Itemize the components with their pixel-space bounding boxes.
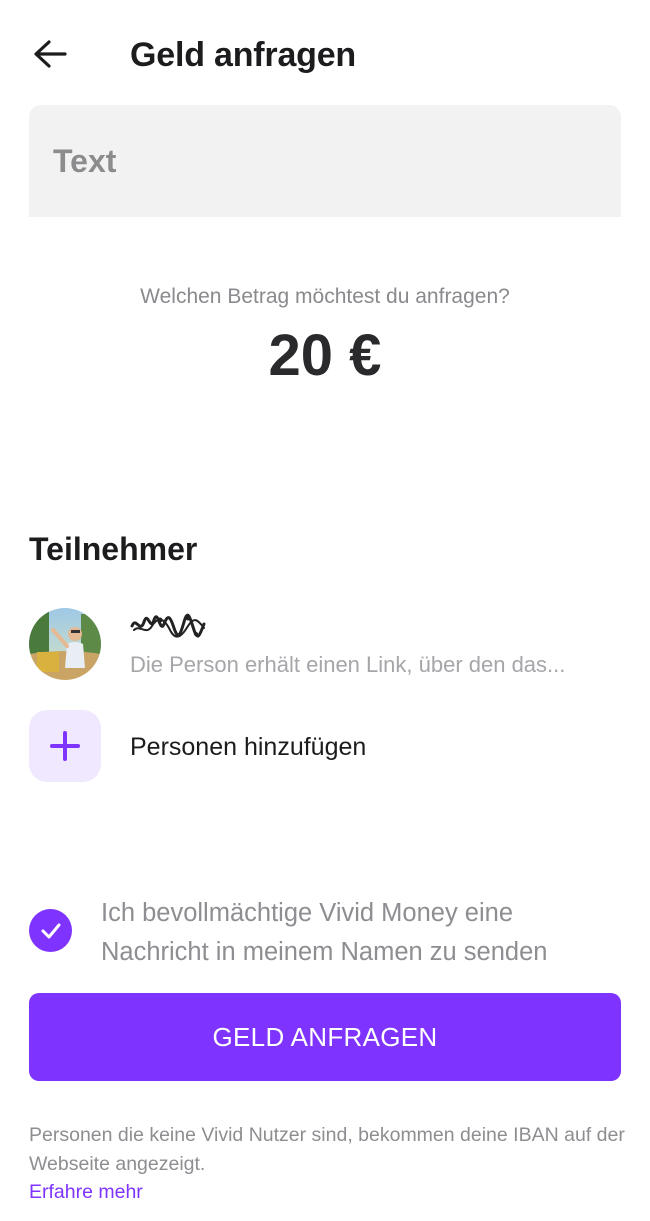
participant-avatar	[29, 608, 101, 680]
text-input[interactable]	[51, 141, 599, 181]
add-person-button[interactable]	[29, 710, 101, 782]
back-button[interactable]	[22, 30, 78, 78]
consent-checkbox[interactable]	[29, 909, 72, 952]
user-avatar-photo	[29, 608, 101, 680]
amount-value[interactable]: 20 €	[0, 320, 650, 392]
amount-question: Welchen Betrag möchtest du anfragen?	[140, 285, 510, 308]
plus-icon	[50, 731, 80, 761]
learn-more-link[interactable]: Erfahre mehr	[29, 1178, 143, 1207]
participant-name	[130, 612, 206, 640]
consent-text: Ich bevollmächtige Vivid Money eine Nach…	[101, 899, 548, 966]
checkmark-icon	[41, 923, 60, 938]
participant-subtitle: Die Person erhält einen Link, über den d…	[130, 652, 566, 677]
arrow-left-icon	[34, 40, 67, 68]
scribbled-name-icon	[130, 613, 206, 638]
page-title: Geld anfragen	[130, 36, 357, 74]
text-field-container[interactable]	[29, 105, 621, 217]
footer-note: Personen die keine Vivid Nutzer sind, be…	[29, 1124, 625, 1175]
participants-title: Teilnehmer	[29, 531, 198, 567]
request-money-button[interactable]: GELD ANFRAGEN	[29, 993, 621, 1081]
add-person-label[interactable]: Personen hinzufügen	[130, 731, 366, 763]
